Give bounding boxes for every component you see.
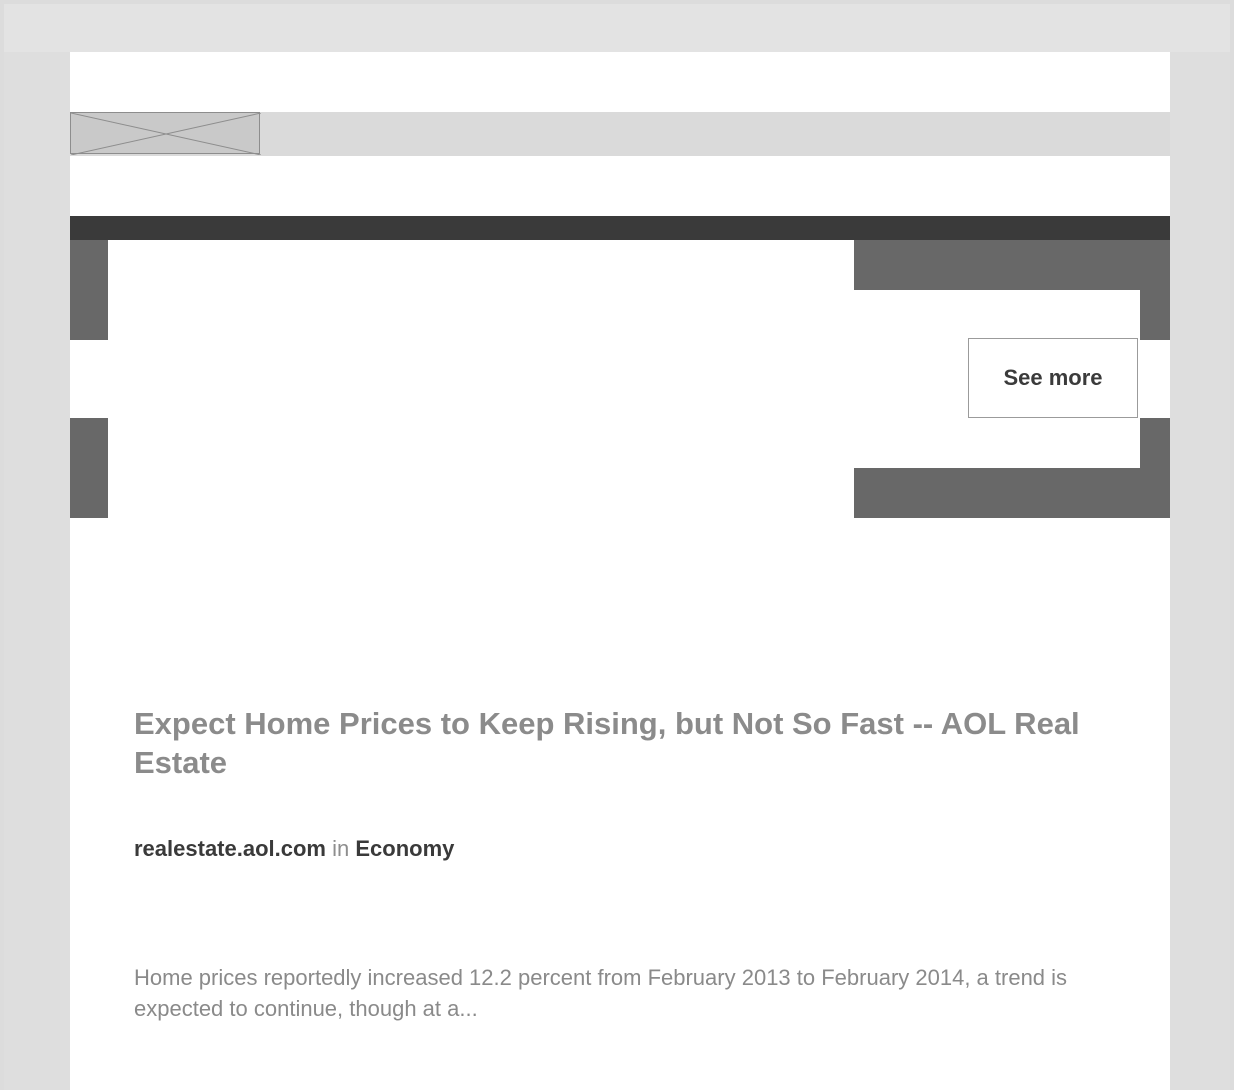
category-link[interactable]: Economy — [355, 836, 454, 861]
see-more-button[interactable]: See more — [968, 338, 1138, 418]
broken-image-icon — [70, 112, 261, 155]
dark-header-bar — [70, 216, 1170, 240]
right-shape-top-side — [1140, 290, 1170, 340]
content-card: See more Expect Home Prices to Keep Risi… — [70, 52, 1170, 1090]
page-frame: See more Expect Home Prices to Keep Risi… — [4, 4, 1230, 1090]
left-shape-bottom — [70, 418, 108, 518]
top-band — [4, 4, 1230, 52]
source-connector: in — [332, 836, 350, 861]
right-shape-top — [854, 240, 1170, 290]
left-shape-top — [70, 240, 108, 340]
right-shape-bottom-side — [1140, 418, 1170, 468]
right-gutter — [1170, 52, 1230, 1090]
article-summary: Home prices reportedly increased 12.2 pe… — [134, 965, 1068, 1021]
source-domain-link[interactable]: realestate.aol.com — [134, 836, 326, 861]
top-white-strip — [70, 52, 1170, 112]
image-row — [70, 112, 1170, 156]
article-meta: realestate.aol.com in Economy — [134, 836, 454, 862]
right-shape-bottom — [854, 468, 1170, 518]
article-title[interactable]: Expect Home Prices to Keep Rising, but N… — [134, 704, 1094, 782]
